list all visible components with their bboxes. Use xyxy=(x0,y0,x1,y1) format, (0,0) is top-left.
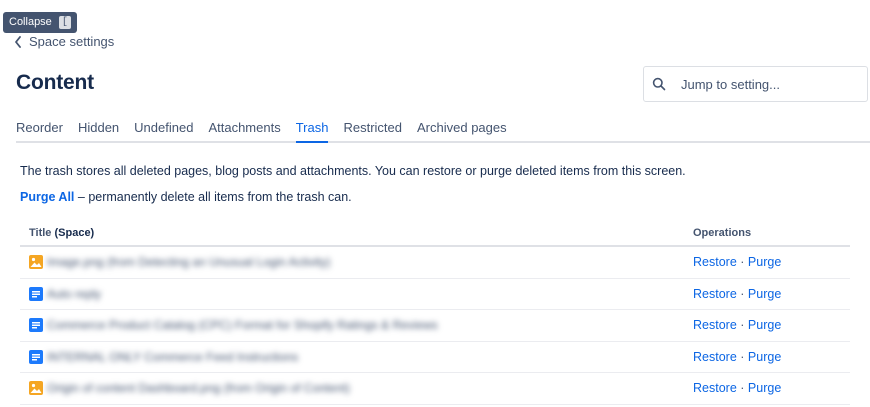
table-row: INTERNAL ONLY Commerce Feed Instructions… xyxy=(20,342,850,373)
tab-restricted[interactable]: Restricted xyxy=(343,120,402,141)
tab-undefined[interactable]: Undefined xyxy=(134,120,193,141)
ops-separator: · xyxy=(740,318,745,333)
tab-hidden[interactable]: Hidden xyxy=(78,120,119,141)
header-title-label: Title xyxy=(29,226,52,239)
trash-table: Title (Space) Operations Image.png (from… xyxy=(20,220,850,405)
table-row: Auto reply Restore · Purge xyxy=(20,279,850,310)
tab-archived-pages[interactable]: Archived pages xyxy=(417,120,507,141)
collapse-tooltip: Collapse [ xyxy=(3,12,77,33)
purge-link[interactable]: Purge xyxy=(748,255,781,269)
purge-link[interactable]: Purge xyxy=(748,318,781,332)
chevron-left-icon xyxy=(15,35,21,48)
purge-link[interactable]: Purge xyxy=(748,350,781,364)
row-operations: Restore · Purge xyxy=(693,287,850,301)
row-operations: Restore · Purge xyxy=(693,381,850,395)
row-title[interactable]: Commerce Product Catalog (CPC) Format fo… xyxy=(47,318,438,332)
back-to-space-settings-link[interactable]: Space settings xyxy=(14,34,114,49)
purge-all-description: – permanently delete all items from the … xyxy=(77,190,352,204)
purge-all-link[interactable]: Purge All xyxy=(20,190,74,204)
restore-link[interactable]: Restore xyxy=(693,318,737,332)
ops-separator: · xyxy=(740,286,745,301)
row-title-cell: Auto reply xyxy=(20,286,693,301)
purge-link[interactable]: Purge xyxy=(748,381,781,395)
row-title-cell: Origin of content Dashboard.png (from Or… xyxy=(20,381,693,396)
image-icon xyxy=(29,255,43,270)
collapse-shortcut-key: [ xyxy=(58,16,71,29)
row-title-cell: Commerce Product Catalog (CPC) Format fo… xyxy=(20,318,693,333)
page-icon xyxy=(29,349,43,364)
page-title: Content xyxy=(16,71,94,94)
restore-link[interactable]: Restore xyxy=(693,255,737,269)
purge-all-line: Purge All – permanently delete all items… xyxy=(20,190,352,204)
restore-link[interactable]: Restore xyxy=(693,287,737,301)
collapse-tooltip-label: Collapse xyxy=(9,16,52,28)
jump-to-setting-search[interactable] xyxy=(643,66,868,102)
row-operations: Restore · Purge xyxy=(693,318,850,332)
row-title[interactable]: INTERNAL ONLY Commerce Feed Instructions xyxy=(47,350,298,364)
header-operations: Operations xyxy=(693,226,752,239)
ops-separator: · xyxy=(740,255,745,270)
table-row: Image.png (from Detecting an Unusual Log… xyxy=(20,247,850,279)
ops-separator: · xyxy=(740,381,745,396)
page-icon xyxy=(29,318,43,333)
row-operations: Restore · Purge xyxy=(693,350,850,364)
trash-description: The trash stores all deleted pages, blog… xyxy=(20,164,686,178)
header-title: Title (Space) xyxy=(20,227,693,239)
image-icon xyxy=(29,381,43,396)
content-tabs: Reorder Hidden Undefined Attachments Tra… xyxy=(16,120,870,143)
row-operations: Restore · Purge xyxy=(693,255,850,269)
tab-reorder[interactable]: Reorder xyxy=(16,120,63,141)
row-title[interactable]: Auto reply xyxy=(47,287,101,301)
row-title[interactable]: Image.png (from Detecting an Unusual Log… xyxy=(47,255,330,269)
table-header: Title (Space) Operations xyxy=(20,220,850,247)
table-row: Origin of content Dashboard.png (from Or… xyxy=(20,373,850,405)
tab-trash[interactable]: Trash xyxy=(295,120,328,143)
purge-link[interactable]: Purge xyxy=(748,287,781,301)
search-icon xyxy=(652,77,666,91)
restore-link[interactable]: Restore xyxy=(693,350,737,364)
row-title[interactable]: Origin of content Dashboard.png (from Or… xyxy=(47,381,350,395)
tab-attachments[interactable]: Attachments xyxy=(208,120,280,141)
row-title-cell: Image.png (from Detecting an Unusual Log… xyxy=(20,255,693,270)
header-space-label: (Space) xyxy=(54,226,95,239)
page-icon xyxy=(29,286,43,301)
restore-link[interactable]: Restore xyxy=(693,381,737,395)
back-link-label: Space settings xyxy=(29,34,115,49)
ops-separator: · xyxy=(740,349,745,364)
table-row: Commerce Product Catalog (CPC) Format fo… xyxy=(20,310,850,342)
row-title-cell: INTERNAL ONLY Commerce Feed Instructions xyxy=(20,349,693,364)
search-input[interactable] xyxy=(681,76,867,92)
